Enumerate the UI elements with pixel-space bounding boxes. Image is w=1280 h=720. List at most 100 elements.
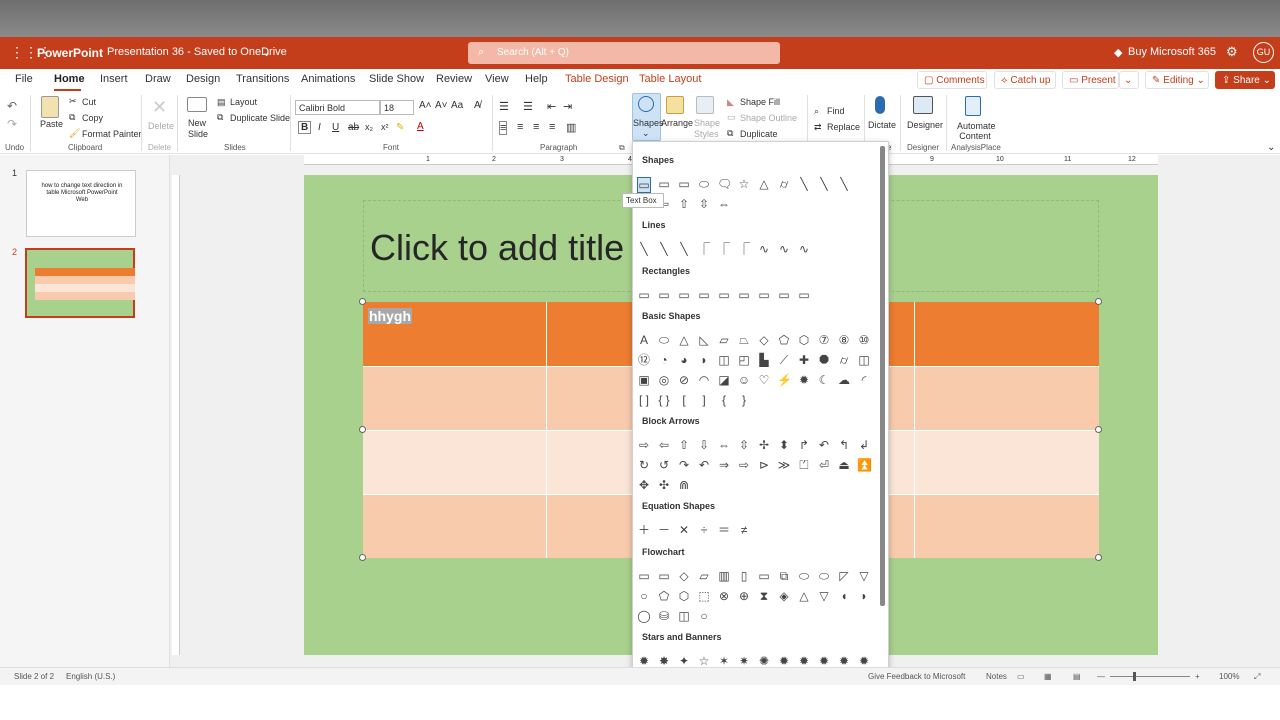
shape-option[interactable]: ∿ bbox=[797, 242, 811, 256]
copy-button[interactable]: Copy bbox=[82, 113, 103, 123]
shape-option[interactable]: ╲ bbox=[637, 242, 651, 256]
microphone-icon[interactable] bbox=[875, 96, 885, 114]
paste-icon[interactable] bbox=[41, 96, 59, 118]
increase-indent-icon[interactable]: ⇥ bbox=[563, 100, 572, 113]
shape-option[interactable]: ✸ bbox=[657, 654, 671, 668]
shape-option[interactable]: － bbox=[657, 523, 671, 537]
fit-slide-icon[interactable]: ⤢ bbox=[1254, 672, 1260, 682]
shape-option[interactable]: ✹ bbox=[777, 654, 791, 668]
shape-option[interactable]: ✹ bbox=[817, 654, 831, 668]
catch-up-button[interactable]: ⟡ Catch up bbox=[994, 71, 1056, 89]
shape-option[interactable]: ☾ bbox=[817, 373, 831, 387]
decrease-indent-icon[interactable]: ⇤ bbox=[547, 100, 556, 113]
reading-view-icon[interactable]: ▤ bbox=[1073, 672, 1081, 681]
shape-option[interactable]: ♡ bbox=[757, 373, 771, 387]
shape-option[interactable]: ↰ bbox=[837, 438, 851, 452]
shape-option[interactable]: ↶ bbox=[697, 458, 711, 472]
designer-button[interactable]: Designer bbox=[907, 120, 943, 130]
resize-handle[interactable] bbox=[1095, 554, 1102, 561]
zoom-slider-thumb[interactable] bbox=[1133, 672, 1136, 681]
cut-icon[interactable]: ✂ bbox=[69, 96, 77, 107]
shape-option[interactable]: ✥ bbox=[637, 478, 651, 492]
shape-option[interactable]: ⬭ bbox=[797, 569, 811, 583]
font-size-select[interactable]: 18 bbox=[380, 100, 414, 115]
new-slide-icon[interactable] bbox=[187, 97, 207, 112]
shape-option[interactable]: ⇨ bbox=[637, 438, 651, 452]
shape-option[interactable]: ⇳ bbox=[737, 438, 751, 452]
shape-option[interactable]: ◇ bbox=[677, 569, 691, 583]
shape-option[interactable]: } bbox=[737, 393, 751, 407]
dictate-button[interactable]: Dictate bbox=[868, 120, 896, 130]
shape-option[interactable]: ◖ bbox=[837, 589, 851, 603]
shape-option[interactable]: ⬠ bbox=[777, 333, 791, 347]
shape-option[interactable]: ▣ bbox=[637, 373, 651, 387]
present-dropdown[interactable]: ⌄ bbox=[1119, 71, 1139, 89]
automate-icon[interactable] bbox=[965, 96, 981, 116]
shape-outline-icon[interactable]: ▭ bbox=[727, 112, 736, 123]
find-icon[interactable]: ⌕ bbox=[814, 106, 819, 117]
shape-option[interactable]: ⬚ bbox=[697, 589, 711, 603]
tab-slide-show[interactable]: Slide Show bbox=[369, 73, 424, 85]
shape-option[interactable]: 🗨 bbox=[717, 177, 732, 191]
tab-design[interactable]: Design bbox=[186, 73, 220, 85]
shape-option[interactable]: ▱ bbox=[697, 569, 711, 583]
arrange-button[interactable]: Arrange bbox=[661, 118, 693, 128]
shape-option[interactable]: ⇦ bbox=[657, 438, 671, 452]
shape-option[interactable]: { bbox=[717, 393, 731, 407]
align-center-icon[interactable]: ≡ bbox=[517, 121, 523, 133]
shape-option[interactable]: ▭ bbox=[697, 288, 711, 302]
underline-button[interactable]: U bbox=[332, 122, 339, 133]
zoom-level[interactable]: 100% bbox=[1219, 672, 1239, 681]
shape-option[interactable]: ⧗ bbox=[757, 589, 771, 603]
shape-option[interactable]: ⋒ bbox=[677, 478, 691, 492]
numbering-icon[interactable]: ☰ bbox=[523, 100, 533, 113]
shape-option[interactable]: ✕ bbox=[677, 523, 691, 537]
shape-option[interactable]: ≫ bbox=[777, 458, 791, 472]
editing-mode-button[interactable]: ✎ Editing ⌄ bbox=[1145, 71, 1209, 89]
tab-draw[interactable]: Draw bbox=[145, 73, 171, 85]
font-name-select[interactable]: Calibri Bold bbox=[295, 100, 380, 115]
shape-option[interactable]: ▱ bbox=[717, 333, 731, 347]
shape-option[interactable]: ⧉ bbox=[777, 569, 791, 583]
paste-label[interactable]: Paste bbox=[40, 119, 63, 129]
shape-option[interactable]: ☆ bbox=[697, 654, 711, 668]
buy-microsoft-link[interactable]: Buy Microsoft 365 bbox=[1128, 46, 1216, 58]
shape-option[interactable]: ▭ bbox=[717, 288, 731, 302]
shape-option[interactable]: ↲ bbox=[857, 438, 871, 452]
slide-thumbnail-1[interactable]: how to change text direction in table Mi… bbox=[26, 170, 136, 237]
shape-fill-icon[interactable]: ◣ bbox=[727, 97, 734, 108]
font-color-icon[interactable]: A bbox=[417, 121, 424, 132]
shape-option[interactable]: ▭ bbox=[657, 177, 671, 191]
resize-handle[interactable] bbox=[359, 298, 366, 305]
shape-styles-button[interactable]: Shape Styles bbox=[694, 118, 720, 140]
shape-option[interactable]: ☆ bbox=[737, 177, 751, 191]
present-button[interactable]: ▭ Present bbox=[1062, 71, 1119, 89]
shape-option[interactable]: ✹ bbox=[857, 654, 871, 668]
shape-option[interactable]: ⇒ bbox=[717, 458, 731, 472]
shape-option[interactable]: ◪ bbox=[717, 373, 731, 387]
shape-option[interactable]: ⇳ bbox=[697, 197, 711, 211]
shape-option[interactable]: ╲ bbox=[657, 242, 671, 256]
duplicate-slide-icon[interactable]: ⧉ bbox=[217, 112, 223, 123]
highlight-icon[interactable]: ✎ bbox=[396, 122, 404, 133]
shape-option[interactable]: ╲ bbox=[817, 177, 831, 191]
clear-format-icon[interactable]: A̸ bbox=[474, 100, 481, 111]
shape-option[interactable]: ⊘ bbox=[677, 373, 691, 387]
shape-option[interactable]: ◫ bbox=[717, 353, 731, 367]
shape-option[interactable]: ◎ bbox=[657, 373, 671, 387]
slide-thumbnail-2[interactable] bbox=[25, 248, 135, 318]
feedback-link[interactable]: Give Feedback to Microsoft bbox=[868, 672, 965, 681]
shape-option[interactable]: ⬠ bbox=[657, 589, 671, 603]
shape-styles-icon[interactable] bbox=[696, 96, 714, 114]
shape-option[interactable]: △ bbox=[757, 177, 771, 191]
shape-option[interactable]: ⇧ bbox=[677, 197, 691, 211]
shape-option[interactable]: ∿ bbox=[757, 242, 771, 256]
shape-option[interactable]: ⏍ bbox=[797, 458, 811, 472]
shape-option[interactable]: ⇧ bbox=[677, 438, 691, 452]
shape-option[interactable]: ◫ bbox=[677, 609, 691, 623]
shape-option[interactable]: ✶ bbox=[717, 654, 731, 668]
bullets-icon[interactable]: ☰ bbox=[499, 100, 509, 113]
shapes-gallery[interactable]: Shapes ▭ ▭ ▭ ⬭ 🗨 ☆ △ ⌭ ╲ ╲ ╲ ⇨ ⇦ ⇧ ⇳ ⇔ Lines ╲ ╲ ╲ ⎾ ⎾ ⎾ ∿ ∿ ∿ Rect… bbox=[632, 141, 889, 688]
comments-button[interactable]: ▢ Comments bbox=[917, 71, 987, 89]
tab-review[interactable]: Review bbox=[436, 73, 472, 85]
